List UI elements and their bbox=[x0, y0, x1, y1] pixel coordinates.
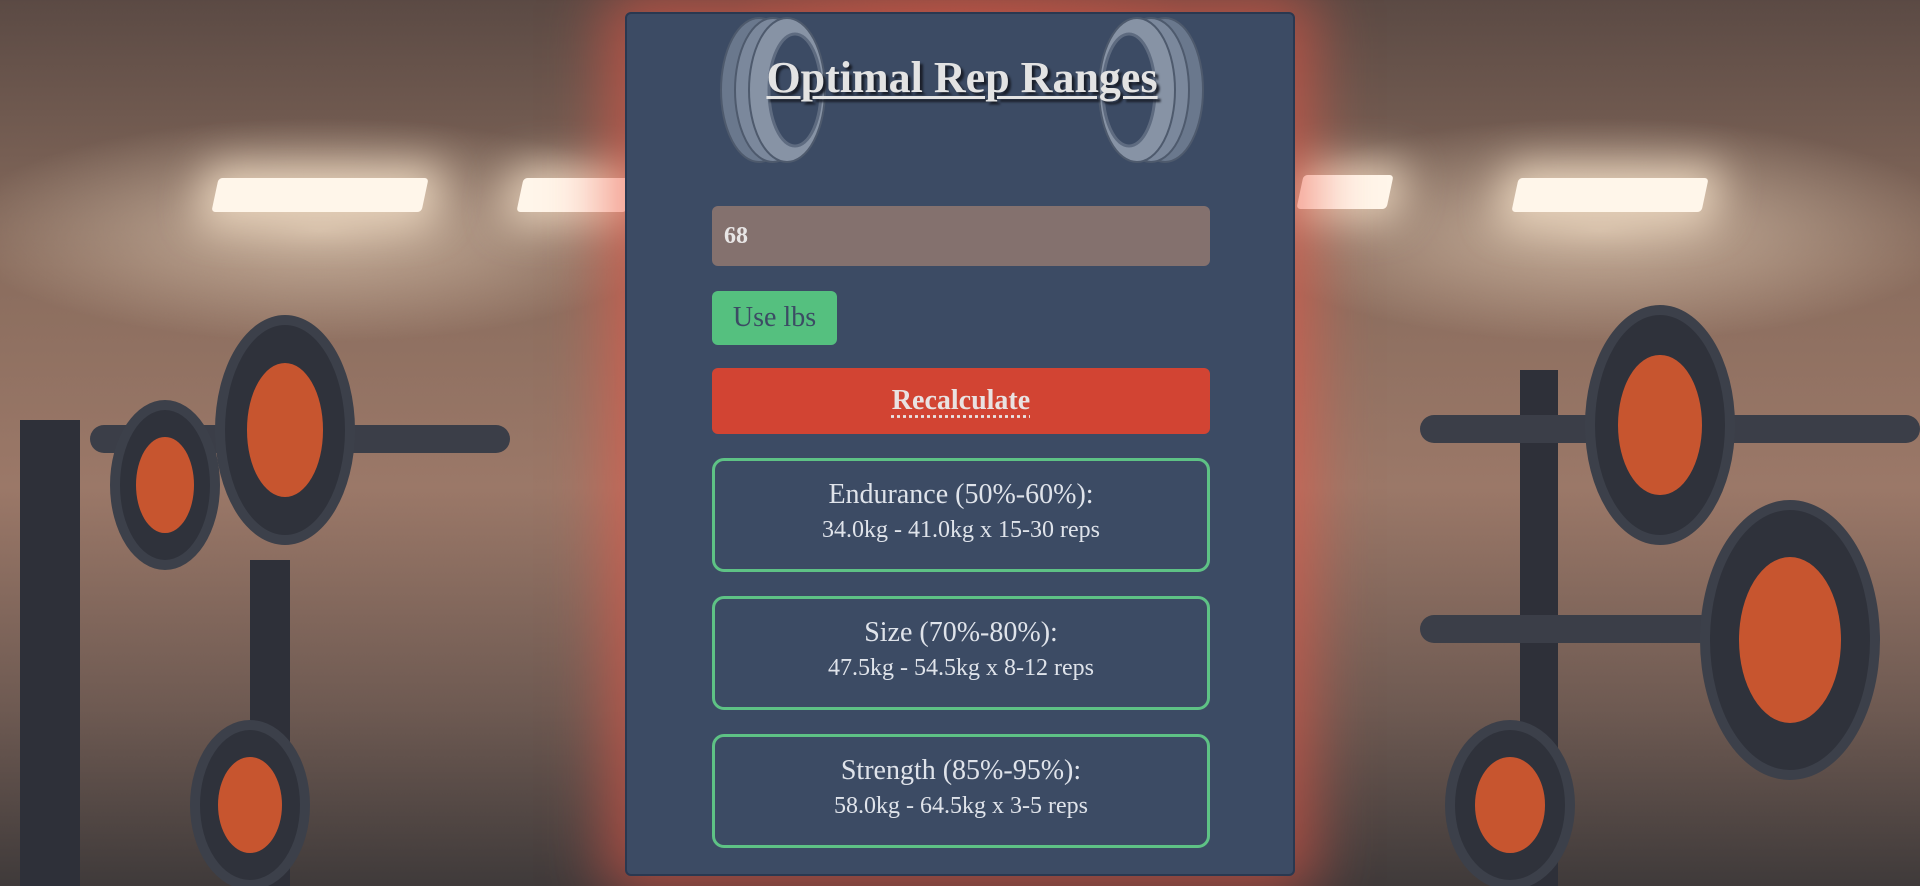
weight-plate bbox=[110, 400, 220, 570]
ceiling-light bbox=[1296, 175, 1394, 209]
weight-plate bbox=[190, 720, 310, 886]
rack-post bbox=[250, 560, 290, 886]
ceiling-light bbox=[516, 178, 634, 212]
result-value: 58.0kg - 64.5kg x 3-5 reps bbox=[834, 793, 1088, 819]
barbell bbox=[1420, 415, 1920, 443]
use-lbs-button[interactable]: Use lbs bbox=[712, 291, 837, 345]
ceiling-light bbox=[211, 178, 429, 212]
rack-post bbox=[20, 420, 80, 886]
weight-plate bbox=[1585, 305, 1735, 545]
result-card-strength: Strength (85%-95%): 58.0kg - 64.5kg x 3-… bbox=[712, 734, 1210, 848]
barbell bbox=[1420, 615, 1850, 643]
result-label: Size (70%-80%): bbox=[864, 617, 1058, 648]
calculator-panel: Optimal Rep Ranges Use lbs Recalculate E… bbox=[625, 12, 1295, 876]
weight-plate bbox=[215, 315, 355, 545]
result-value: 34.0kg - 41.0kg x 15-30 reps bbox=[822, 517, 1100, 543]
recalculate-button[interactable]: Recalculate bbox=[712, 368, 1210, 434]
page-title: Optimal Rep Ranges bbox=[766, 53, 1158, 102]
barbell bbox=[90, 425, 510, 453]
weight-plate bbox=[1700, 500, 1880, 780]
header: Optimal Rep Ranges bbox=[717, 14, 1207, 164]
result-card-size: Size (70%-80%): 47.5kg - 54.5kg x 8-12 r… bbox=[712, 596, 1210, 710]
weight-input[interactable] bbox=[712, 206, 1210, 266]
result-label: Endurance (50%-60%): bbox=[828, 479, 1094, 510]
result-value: 47.5kg - 54.5kg x 8-12 reps bbox=[828, 655, 1094, 681]
ceiling-light bbox=[1511, 178, 1709, 212]
rack-post bbox=[1520, 370, 1558, 886]
result-card-endurance: Endurance (50%-60%): 34.0kg - 41.0kg x 1… bbox=[712, 458, 1210, 572]
result-label: Strength (85%-95%): bbox=[840, 755, 1082, 786]
weight-plate bbox=[1445, 720, 1575, 886]
